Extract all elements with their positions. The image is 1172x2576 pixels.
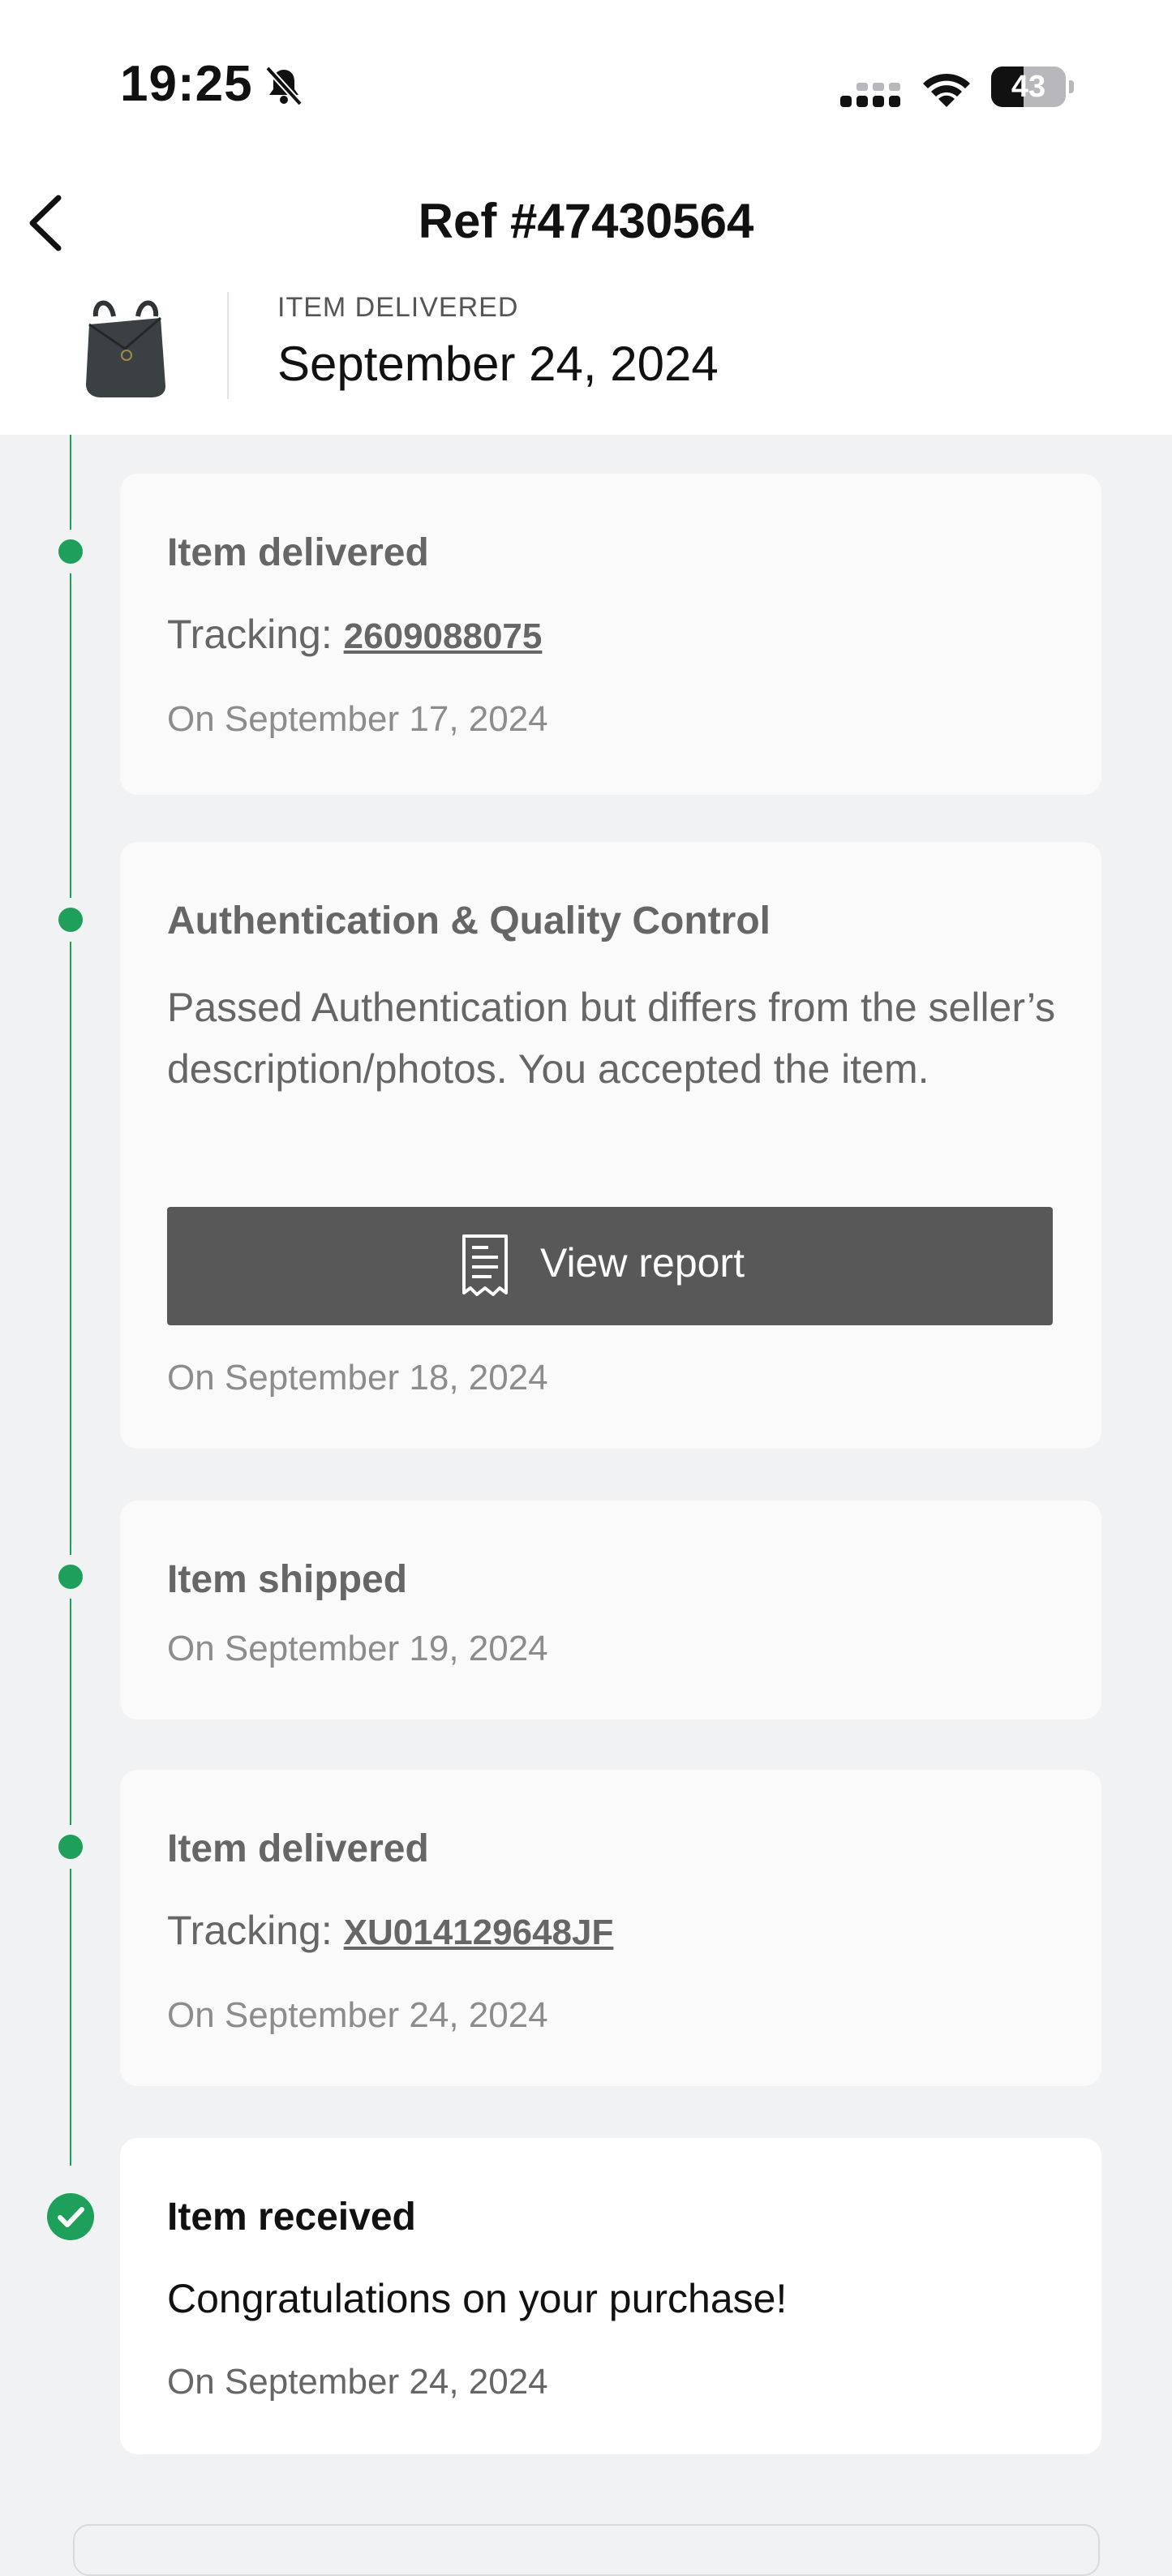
summary-divider [227,292,229,399]
tracking-prefix: Tracking: [167,1908,344,1953]
card-description: Congratulations on your purchase! [167,2276,788,2321]
check-circle-icon [47,2193,94,2240]
card-date: On September 19, 2024 [167,1629,548,1668]
item-thumbnail[interactable] [78,292,172,406]
tracking-link[interactable]: XU014129648JF [344,1913,614,1952]
card-date: On September 18, 2024 [167,1358,548,1397]
bell-slash-icon [265,66,303,106]
timeline-card-shipped: Item shipped On September 19, 2024 [120,1501,1101,1719]
battery-level: 43 [1011,70,1046,104]
delivery-date: September 24, 2024 [277,337,719,391]
timeline-dot [58,539,83,564]
tracking-line: Tracking: XU014129648JF [167,1900,1059,1964]
card-date: On September 24, 2024 [167,1995,548,2035]
card-title: Item shipped [167,1558,408,1601]
battery-icon: 43 [991,67,1074,107]
card-title: Authentication & Quality Control [167,899,771,942]
card-title: Item delivered [167,1827,429,1870]
signal-icon [840,83,900,107]
timeline-card-delivered-final: Item delivered Tracking: XU014129648JF O… [120,1770,1101,2086]
item-summary: ITEM DELIVERED September 24, 2024 [0,284,1172,435]
timeline-card-received: Item received Congratulations on your pu… [120,2138,1101,2454]
card-title: Item received [167,2196,416,2239]
next-section-card [73,2524,1100,2576]
nav-header: Ref #47430564 [0,162,1172,284]
timeline-card-delivered: Item delivered Tracking: 2609088075 On S… [120,474,1101,795]
timeline-dot [58,1835,83,1859]
card-date: On September 17, 2024 [167,699,548,739]
card-title: Item delivered [167,531,429,574]
status-time: 19:25 [120,56,253,112]
timeline-dot [58,1565,83,1589]
timeline-line [70,435,71,2166]
page-title: Ref #47430564 [418,194,754,248]
wifi-icon [923,73,970,107]
card-description: Passed Authentication but differs from t… [167,985,1056,1092]
delivery-status-label: ITEM DELIVERED [277,292,519,323]
tracking-link[interactable]: 2609088075 [344,616,543,656]
card-date: On September 24, 2024 [167,2362,548,2402]
timeline-card-authentication: Authentication & Quality Control Passed … [120,842,1101,1449]
receipt-icon [462,1234,508,1296]
tracking-line: Tracking: 2609088075 [167,603,1059,668]
tracking-prefix: Tracking: [167,612,344,657]
view-report-button[interactable]: View report [167,1207,1053,1325]
timeline-dot [58,908,83,932]
view-report-label: View report [540,1240,745,1286]
status-bar: 19:25 43 [0,0,1172,162]
